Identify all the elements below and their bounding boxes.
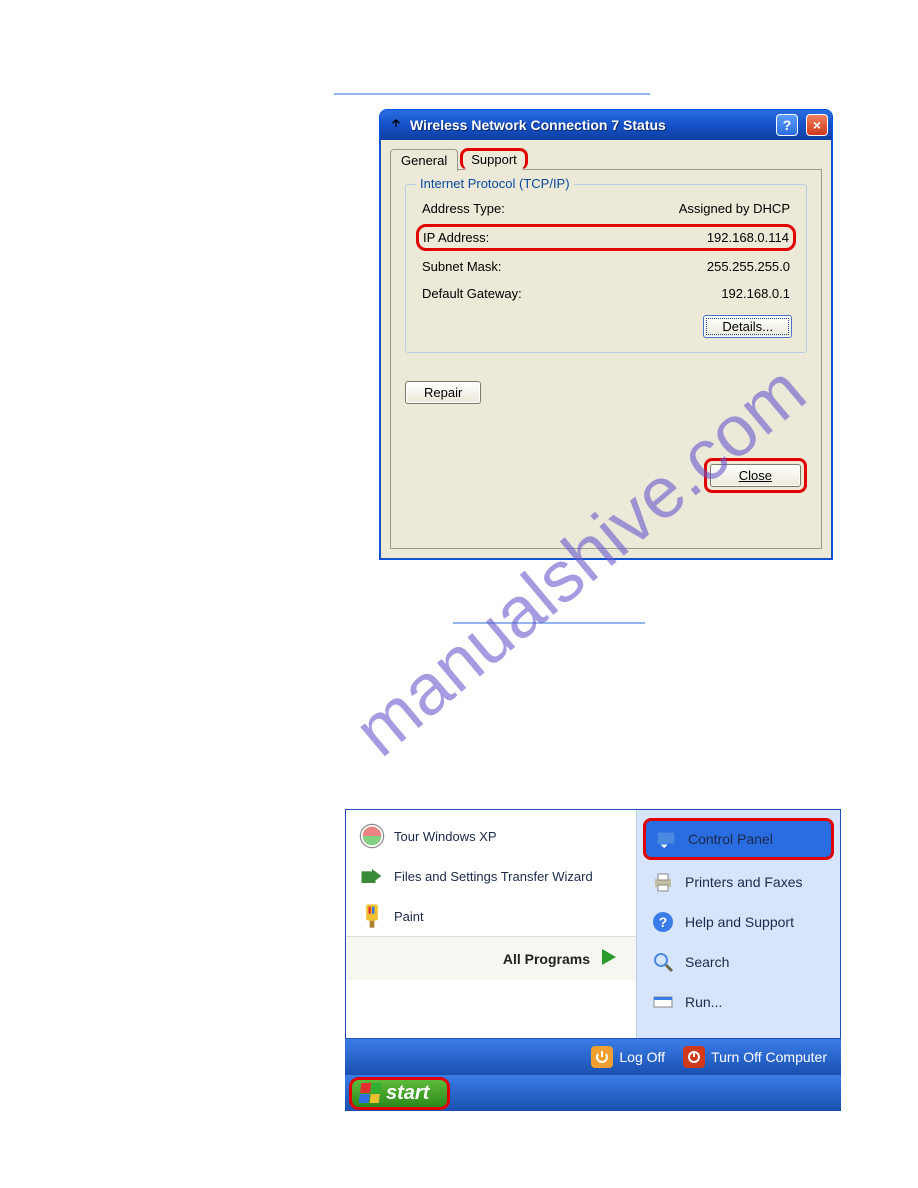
help-icon: ? xyxy=(649,908,677,936)
start-menu-right: Control Panel Printers and Faxes ? Help … xyxy=(636,810,840,1038)
close-highlight: Close xyxy=(704,458,807,493)
close-button-label: Close xyxy=(739,468,772,483)
ip-address-value: 192.168.0.114 xyxy=(707,230,789,245)
item-run[interactable]: Run... xyxy=(637,982,840,1022)
start-button[interactable]: start xyxy=(349,1077,450,1110)
address-type-value: Assigned by DHCP xyxy=(679,201,790,216)
turnoff-button[interactable]: Turn Off Computer xyxy=(683,1046,827,1068)
paint-icon xyxy=(358,902,386,930)
run-label: Run... xyxy=(685,994,722,1010)
groupbox-title: Internet Protocol (TCP/IP) xyxy=(416,176,574,191)
dialog-title: Wireless Network Connection 7 Status xyxy=(410,117,770,133)
start-menu: Tour Windows XP Files and Settings Trans… xyxy=(345,809,841,1111)
tcpip-groupbox: Internet Protocol (TCP/IP) Address Type:… xyxy=(405,184,807,353)
decorative-line xyxy=(453,622,645,624)
svg-text:?: ? xyxy=(659,914,668,930)
tour-icon xyxy=(358,822,386,850)
gateway-label: Default Gateway: xyxy=(422,286,522,301)
repair-button[interactable]: Repair xyxy=(405,381,481,404)
tab-strip: General Support xyxy=(390,148,822,170)
item-help[interactable]: ? Help and Support xyxy=(637,902,840,942)
row-address-type: Address Type: Assigned by DHCP xyxy=(420,195,792,222)
logoff-button[interactable]: Log Off xyxy=(591,1046,665,1068)
tour-label: Tour Windows XP xyxy=(394,829,497,844)
turnoff-icon xyxy=(683,1046,705,1068)
control-panel-label: Control Panel xyxy=(688,831,773,847)
logoff-label: Log Off xyxy=(619,1049,665,1065)
subnet-value: 255.255.255.0 xyxy=(707,259,790,274)
taskbar: start xyxy=(345,1075,841,1111)
item-tour-xp[interactable]: Tour Windows XP xyxy=(346,816,636,856)
start-menu-footer: Log Off Turn Off Computer xyxy=(345,1039,841,1075)
ip-address-label: IP Address: xyxy=(423,230,489,245)
fst-label: Files and Settings Transfer Wizard xyxy=(394,869,593,884)
item-files-settings-transfer[interactable]: Files and Settings Transfer Wizard xyxy=(346,856,636,896)
details-button[interactable]: Details... xyxy=(703,315,792,338)
row-gateway: Default Gateway: 192.168.0.1 xyxy=(420,280,792,307)
transfer-icon xyxy=(358,862,386,890)
decorative-line xyxy=(334,93,650,95)
run-icon xyxy=(649,988,677,1016)
turnoff-label: Turn Off Computer xyxy=(711,1049,827,1065)
paint-label: Paint xyxy=(394,909,424,924)
tab-panel-support: Internet Protocol (TCP/IP) Address Type:… xyxy=(390,169,822,549)
all-programs-label: All Programs xyxy=(503,951,590,967)
close-button[interactable]: Close xyxy=(710,464,801,487)
logoff-icon xyxy=(591,1046,613,1068)
start-menu-left: Tour Windows XP Files and Settings Trans… xyxy=(346,810,636,1038)
item-printers[interactable]: Printers and Faxes xyxy=(637,862,840,902)
start-label: start xyxy=(386,1082,429,1105)
control-panel-icon xyxy=(652,825,680,853)
subnet-label: Subnet Mask: xyxy=(422,259,502,274)
search-icon xyxy=(649,948,677,976)
close-x-button[interactable]: × xyxy=(806,114,828,136)
help-button[interactable]: ? xyxy=(776,114,798,136)
gateway-value: 192.168.0.1 xyxy=(721,286,790,301)
search-label: Search xyxy=(685,954,729,970)
printer-icon xyxy=(649,868,677,896)
printers-label: Printers and Faxes xyxy=(685,874,803,890)
windows-flag-icon xyxy=(359,1083,382,1103)
row-subnet: Subnet Mask: 255.255.255.0 xyxy=(420,253,792,280)
status-dialog: Wireless Network Connection 7 Status ? ×… xyxy=(379,109,833,560)
help-label: Help and Support xyxy=(685,914,794,930)
titlebar[interactable]: Wireless Network Connection 7 Status ? × xyxy=(380,110,832,140)
tab-support[interactable]: Support xyxy=(460,148,528,170)
item-search[interactable]: Search xyxy=(637,942,840,982)
item-paint[interactable]: Paint xyxy=(346,896,636,936)
address-type-label: Address Type: xyxy=(422,201,505,216)
tab-general[interactable]: General xyxy=(390,149,458,171)
item-control-panel[interactable]: Control Panel xyxy=(643,818,834,860)
wireless-icon xyxy=(388,117,404,133)
play-icon xyxy=(598,947,618,970)
row-ip-address: IP Address: 192.168.0.114 xyxy=(416,224,796,251)
all-programs[interactable]: All Programs xyxy=(346,936,636,980)
